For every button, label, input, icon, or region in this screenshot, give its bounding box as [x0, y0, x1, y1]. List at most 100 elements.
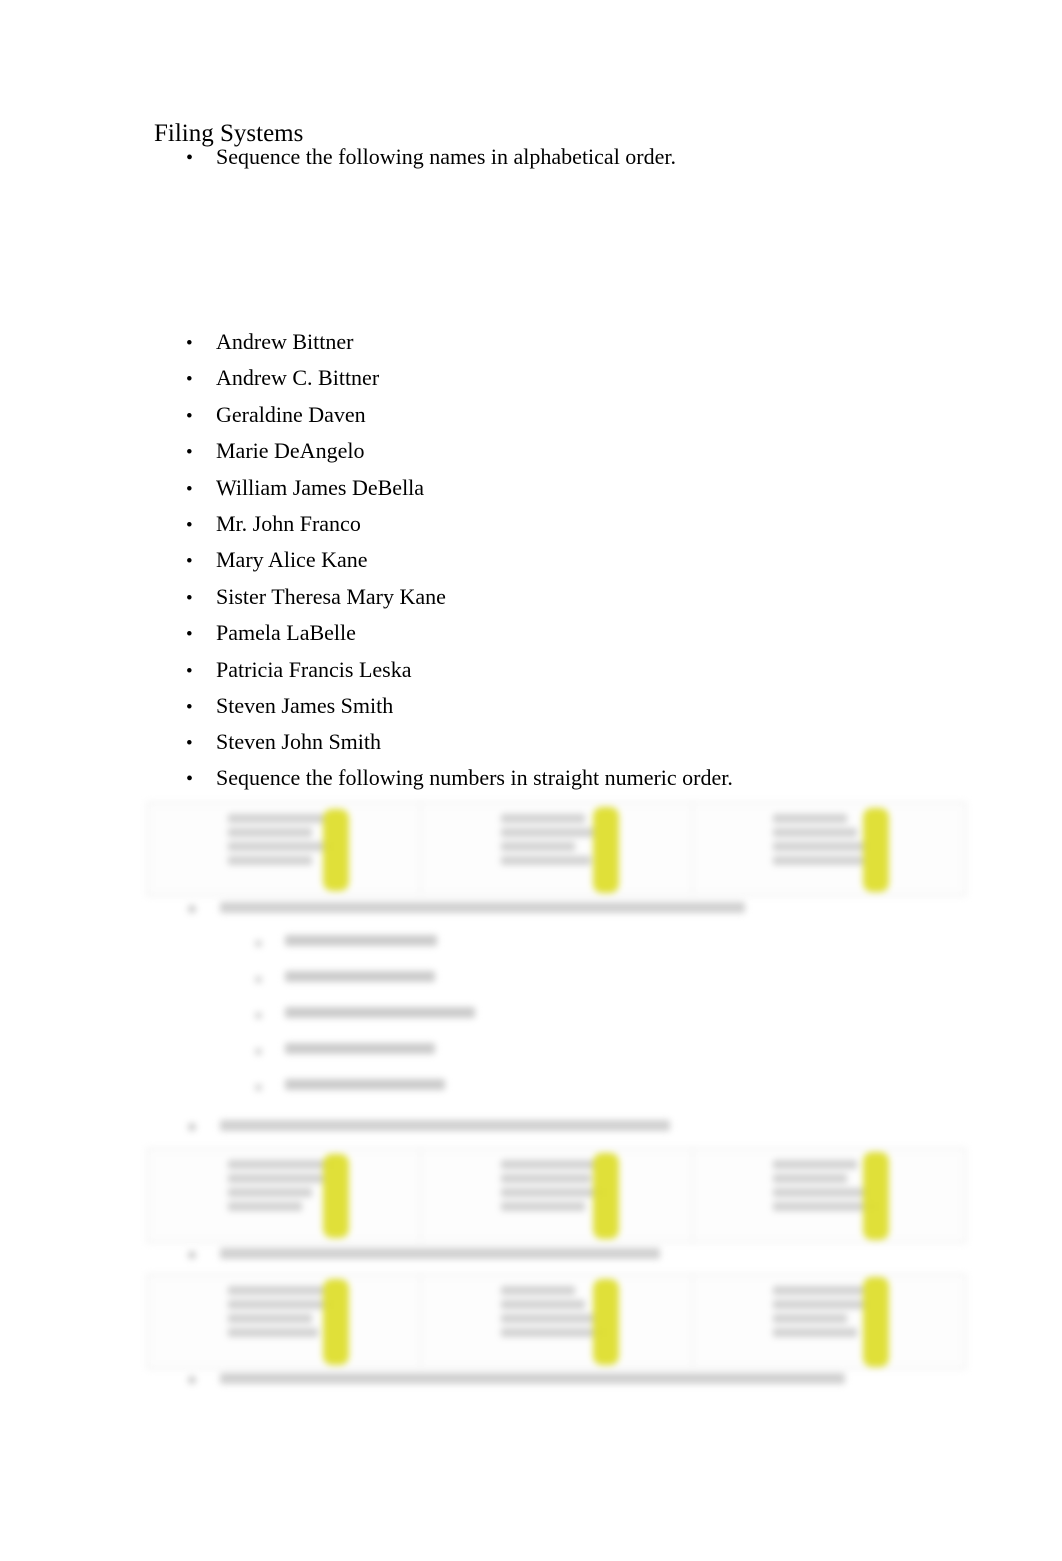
highlight-marker	[863, 1152, 890, 1240]
list-item: • Andrew Bittner	[186, 329, 446, 365]
table-cell	[148, 1275, 421, 1368]
redacted-text	[500, 1160, 597, 1169]
instruction-numeric-text: Sequence the following numbers in straig…	[216, 765, 733, 790]
list-item: • Sister Theresa Mary Kane	[186, 584, 446, 620]
redacted-text	[228, 814, 324, 823]
redacted-text	[220, 1373, 845, 1384]
bullet-icon: •	[186, 624, 193, 646]
redacted-table	[147, 1274, 966, 1369]
document-page: Filing Systems • Sequence the following …	[0, 0, 1062, 1561]
bullet-icon: •	[186, 733, 193, 755]
bullet-icon	[255, 976, 262, 983]
redacted-table	[147, 1148, 966, 1243]
redacted-text	[773, 814, 848, 823]
redacted-text	[228, 1202, 302, 1211]
bullet-icon: •	[186, 405, 193, 427]
redacted-text	[500, 856, 591, 865]
redacted-text	[228, 1286, 324, 1295]
names-list: • Andrew Bittner • Andrew C. Bittner • G…	[186, 329, 446, 766]
bullet-icon: •	[186, 768, 194, 790]
list-item: • Andrew C. Bittner	[186, 365, 446, 401]
bullet-icon: •	[186, 514, 193, 536]
table-cell	[421, 1275, 694, 1368]
name-label: Andrew Bittner	[216, 329, 354, 354]
redacted-text	[228, 828, 312, 837]
bullet-icon	[188, 1376, 196, 1384]
bullet-icon	[188, 905, 196, 913]
name-label: Mr. John Franco	[216, 510, 361, 536]
redacted-text	[228, 842, 332, 851]
table-cell	[693, 803, 965, 895]
list-item: • Mary Alice Kane	[186, 547, 446, 583]
bullet-icon: •	[186, 333, 193, 354]
name-label: Patricia Francis Leska	[216, 656, 412, 682]
redacted-text	[773, 1202, 878, 1211]
bullet-icon	[188, 1251, 196, 1259]
name-label: Marie DeAngelo	[216, 438, 365, 464]
bullet-icon: •	[186, 147, 194, 169]
bullet-icon	[255, 940, 262, 947]
name-label: Mary Alice Kane	[216, 547, 368, 573]
redacted-text	[220, 1248, 660, 1259]
bullet-icon	[255, 1012, 262, 1019]
table-cell	[148, 1149, 421, 1242]
instruction-alphabetical: • Sequence the following names in alphab…	[186, 144, 676, 170]
redacted-text	[500, 1174, 591, 1183]
redacted-text	[228, 1188, 312, 1197]
list-item: • Steven John Smith	[186, 729, 446, 765]
name-label: Geraldine Daven	[216, 401, 366, 427]
name-label: Steven James Smith	[216, 692, 394, 718]
name-label: William James DeBella	[216, 474, 425, 500]
list-item: • Pamela LaBelle	[186, 620, 446, 656]
redacted-text	[773, 1160, 858, 1169]
bullet-icon: •	[186, 369, 193, 391]
list-item: • William James DeBella	[186, 475, 446, 511]
name-label: Andrew C. Bittner	[216, 365, 380, 391]
list-item: • Marie DeAngelo	[186, 438, 446, 474]
bullet-icon	[188, 1123, 196, 1131]
highlight-marker	[323, 809, 349, 891]
redacted-text	[285, 1007, 475, 1018]
bullet-icon: •	[186, 660, 193, 682]
redacted-text	[773, 856, 864, 865]
redacted-text	[228, 856, 312, 865]
redacted-text	[500, 842, 575, 851]
redacted-text	[285, 935, 437, 946]
redacted-text	[773, 1300, 870, 1309]
bullet-icon	[255, 1048, 262, 1055]
highlight-marker	[592, 807, 619, 893]
table-cell	[421, 1149, 694, 1242]
list-item: • Mr. John Franco	[186, 511, 446, 547]
highlight-marker	[323, 1154, 349, 1238]
redacted-text	[773, 1328, 858, 1337]
redacted-text	[500, 828, 597, 837]
highlight-marker	[323, 1279, 349, 1365]
redacted-text	[285, 971, 435, 982]
redacted-text	[773, 1188, 870, 1197]
redacted-text	[220, 902, 745, 913]
redacted-text	[228, 1328, 318, 1337]
bullet-icon: •	[186, 696, 193, 718]
instruction-alphabetical-text: Sequence the following names in alphabet…	[216, 144, 677, 169]
bullet-icon: •	[186, 442, 193, 464]
name-label: Pamela LaBelle	[216, 620, 356, 646]
redacted-text	[500, 814, 585, 823]
table-cell	[421, 803, 694, 895]
redacted-content-region	[130, 790, 1000, 1400]
table-cell	[693, 1149, 965, 1242]
redacted-text	[500, 1188, 605, 1197]
redacted-text	[500, 1314, 597, 1323]
redacted-text	[773, 1174, 848, 1183]
redacted-table	[147, 802, 966, 896]
list-item: • Patricia Francis Leska	[186, 657, 446, 693]
instruction-numeric: • Sequence the following numbers in stra…	[186, 765, 733, 791]
table-cell	[148, 803, 421, 895]
redacted-text	[773, 1286, 864, 1295]
redacted-text	[500, 1328, 605, 1337]
redacted-text	[285, 1079, 445, 1090]
bullet-icon: •	[186, 478, 193, 500]
highlight-marker	[863, 808, 890, 892]
redacted-text	[228, 1314, 312, 1323]
name-label: Steven John Smith	[216, 729, 382, 755]
redacted-text	[773, 1314, 848, 1323]
